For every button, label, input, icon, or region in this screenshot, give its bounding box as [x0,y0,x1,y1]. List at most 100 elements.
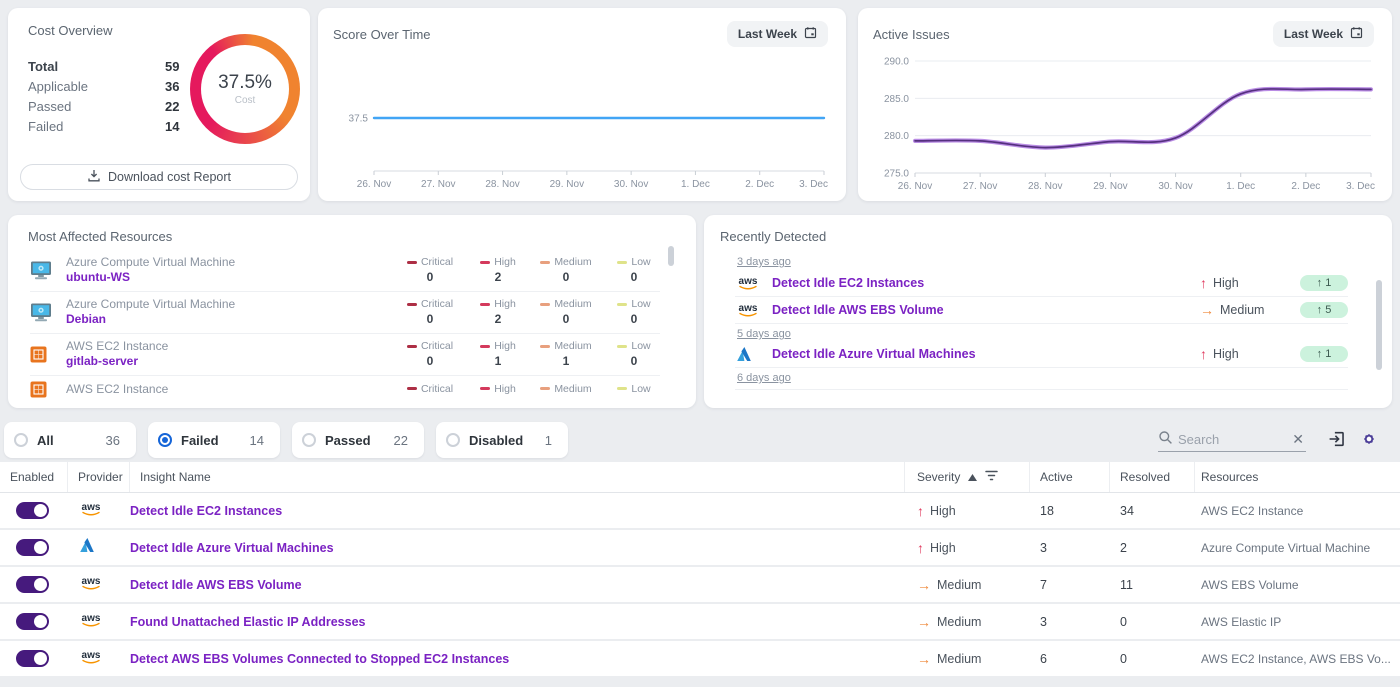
filter-icon[interactable] [985,470,998,484]
severity-count: 2 [495,270,502,284]
severity-legend: Critical0High2Medium0Low0 [404,298,660,326]
svg-text:27. Nov: 27. Nov [963,181,997,192]
filter-bar: All36 Failed14 Passed22 Disabled1 ✕ [4,422,1392,458]
search-icon [1158,430,1173,450]
severity-high: High 2 [472,256,524,284]
severity-low: Low0 [608,340,660,368]
severity-label: Low [631,298,650,310]
table-row: awsDetect Idle EC2 Instances↑High1834AWS… [0,493,1400,530]
severity-count: 0 [427,312,434,326]
detected-item: awsDetect Idle AWS EBS Volume→Medium↑ 5 [735,297,1348,324]
cell-provider: aws [68,500,130,522]
resource-name-link[interactable]: gitlab-server [66,354,404,369]
insight-name-link[interactable]: Detect Idle EC2 Instances [130,504,905,518]
svg-text:30. Nov: 30. Nov [1158,181,1192,192]
severity-label: Low [631,340,650,352]
filter-all[interactable]: All36 [4,422,136,458]
severity-text: High [1213,347,1239,361]
azure-vm-icon [30,261,56,280]
enabled-toggle[interactable] [16,613,49,630]
filter-passed[interactable]: Passed22 [292,422,424,458]
aws-icon: aws [78,500,104,522]
severity-label: Low [631,256,650,268]
severity-count: 0 [563,270,570,284]
severity-arrow-icon: ↑ [1200,275,1207,291]
calendar-icon [1350,26,1363,42]
enabled-toggle[interactable] [16,539,49,556]
severity-dash-icon [480,303,490,306]
svg-text:1. Dec: 1. Dec [681,179,710,190]
detected-insight-link[interactable]: Detect Idle Azure Virtual Machines [772,347,1200,361]
severity-dash-icon [617,261,627,264]
time-ago-link[interactable]: 6 days ago [737,372,791,384]
severity-label: High [494,383,516,395]
download-cost-report-button[interactable]: Download cost Report [20,164,298,190]
severity-count: 0 [563,312,570,326]
enabled-toggle[interactable] [16,576,49,593]
detected-insight-link[interactable]: Detect Idle EC2 Instances [772,276,1200,290]
trend-badge: ↑ 1 [1300,275,1348,291]
time-ago-link[interactable]: 3 days ago [737,256,791,268]
severity-label: High [494,256,516,268]
severity-dash-icon [480,261,490,264]
severity-critical: Critical0 [404,298,456,326]
severity-text: High [1213,276,1239,290]
gear-icon[interactable] [1360,430,1378,448]
insight-name-link[interactable]: Detect Idle AWS EBS Volume [130,578,905,592]
resource-text: Azure Compute Virtual Machineubuntu-WS [66,255,404,285]
export-icon[interactable] [1328,430,1346,448]
radio-passed[interactable] [302,433,316,447]
insight-name-link[interactable]: Detect Idle Azure Virtual Machines [130,541,905,555]
cell-severity: →Medium [905,577,1030,593]
radio-all[interactable] [14,433,28,447]
insights-table: Enabled Provider Insight Name Severity A… [0,462,1400,687]
enabled-toggle[interactable] [16,650,49,667]
cost-stat-value: 36 [165,79,179,94]
download-button-label: Download cost Report [108,170,231,184]
cell-active: 7 [1030,578,1110,592]
radio-disabled[interactable] [446,433,460,447]
search-box: ✕ [1158,428,1306,452]
severity-legend: Critical0High1Medium1Low0 [404,340,660,368]
sort-asc-icon[interactable] [968,470,977,484]
cost-stat-label: Passed [28,99,165,114]
severity-medium: Medium [540,383,592,397]
clear-search-icon[interactable]: ✕ [1290,431,1306,448]
azure-icon [735,346,765,362]
detected-severity: →Medium [1200,302,1300,318]
issues-range-button[interactable]: Last Week [1273,21,1374,47]
svg-text:26. Nov: 26. Nov [357,179,391,190]
cell-enabled [0,539,68,556]
detected-insight-link[interactable]: Detect Idle AWS EBS Volume [772,303,1200,317]
severity-medium: Medium0 [540,298,592,326]
resources-scrollbar[interactable] [668,246,674,266]
resource-name-link[interactable]: Debian [66,312,404,327]
resource-row: AWS EC2 InstanceCriticalHighMediumLow [30,376,660,404]
filter-disabled[interactable]: Disabled1 [436,422,568,458]
table-row: Detect Idle Azure Virtual Machines↑High3… [0,530,1400,567]
score-range-button[interactable]: Last Week [727,21,828,47]
severity-arrow-icon: ↑ [917,540,924,556]
severity-critical: Critical0 [404,340,456,368]
insight-name-link[interactable]: Found Unattached Elastic IP Addresses [130,615,905,629]
severity-high: High [472,383,524,397]
svg-text:290.0: 290.0 [884,57,909,68]
cell-severity: ↑High [905,540,1030,556]
svg-text:aws: aws [82,650,101,661]
enabled-toggle[interactable] [16,502,49,519]
radio-failed[interactable] [158,433,172,447]
detected-severity: ↑ High [1200,275,1300,291]
time-ago-link[interactable]: 5 days ago [737,328,791,340]
svg-text:27. Nov: 27. Nov [421,179,455,190]
svg-text:28. Nov: 28. Nov [1028,181,1062,192]
resource-name-link[interactable]: ubuntu-WS [66,270,404,285]
insight-name-link[interactable]: Detect AWS EBS Volumes Connected to Stop… [130,652,905,666]
filter-failed[interactable]: Failed14 [148,422,280,458]
detected-scrollbar[interactable] [1376,280,1382,370]
severity-text: Medium [937,578,981,592]
cost-stat-row: Applicable36 [28,76,203,96]
severity-label: Critical [421,383,453,395]
search-input[interactable] [1178,432,1285,447]
table-header: Enabled Provider Insight Name Severity A… [0,462,1400,493]
aws-icon: aws [78,648,104,670]
